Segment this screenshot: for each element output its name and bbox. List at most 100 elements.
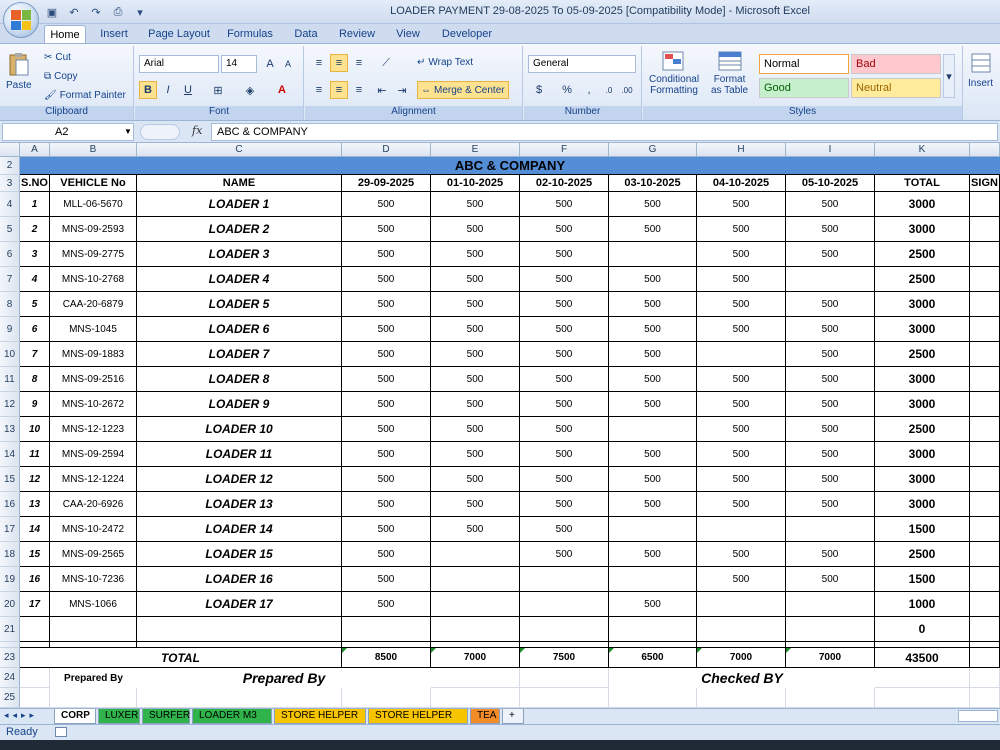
amount-cell[interactable] (697, 592, 786, 617)
amount-cell[interactable]: 500 (431, 417, 520, 442)
decrease-decimal-icon[interactable]: .00 (618, 81, 636, 99)
column-header[interactable]: D (342, 143, 431, 157)
vehicle-cell[interactable]: MNS-09-2565 (50, 542, 137, 567)
align-center-icon[interactable]: ≡ (330, 81, 348, 99)
name-cell[interactable]: LOADER 10 (137, 417, 342, 442)
row-header[interactable]: 19 (0, 567, 20, 592)
formula-input[interactable]: ABC & COMPANY (211, 123, 998, 141)
sign-cell[interactable] (970, 467, 1000, 492)
column-header[interactable]: C (137, 143, 342, 157)
amount-cell[interactable]: 500 (609, 592, 697, 617)
total-cell[interactable]: 3000 (875, 317, 970, 342)
amount-cell[interactable]: 500 (609, 367, 697, 392)
day-total-cell[interactable]: 7500 (520, 648, 609, 668)
row-header[interactable]: 16 (0, 492, 20, 517)
row-header[interactable]: 25 (0, 688, 20, 708)
row-header[interactable]: 11 (0, 367, 20, 392)
sign-cell[interactable] (970, 442, 1000, 467)
amount-cell[interactable]: 500 (342, 342, 431, 367)
italic-button[interactable]: I (159, 81, 177, 99)
row-header[interactable]: 21 (0, 617, 20, 642)
day-total-cell[interactable]: 7000 (431, 648, 520, 668)
vehicle-cell[interactable]: CAA-20-6926 (50, 492, 137, 517)
amount-cell[interactable]: 500 (520, 292, 609, 317)
amount-cell[interactable]: 500 (520, 517, 609, 542)
sign-cell[interactable] (970, 367, 1000, 392)
number-format-select[interactable]: General (528, 55, 636, 73)
total-cell[interactable]: 2500 (875, 542, 970, 567)
column-header[interactable]: K (875, 143, 970, 157)
name-cell[interactable] (137, 617, 342, 642)
total-cell[interactable]: 3000 (875, 292, 970, 317)
amount-cell[interactable]: 500 (520, 267, 609, 292)
row-header[interactable]: 17 (0, 517, 20, 542)
amount-cell[interactable] (697, 517, 786, 542)
amount-cell[interactable]: 500 (786, 367, 875, 392)
column-header[interactable]: E (431, 143, 520, 157)
column-header[interactable]: G (609, 143, 697, 157)
row-header[interactable]: 18 (0, 542, 20, 567)
amount-cell[interactable]: 500 (786, 292, 875, 317)
column-header[interactable]: A (20, 143, 50, 157)
vehicle-cell[interactable]: MNS-10-7236 (50, 567, 137, 592)
name-cell[interactable]: LOADER 7 (137, 342, 342, 367)
bold-button[interactable]: B (139, 81, 157, 99)
total-cell[interactable]: 3000 (875, 392, 970, 417)
vehicle-cell[interactable]: MNS-09-2516 (50, 367, 137, 392)
amount-cell[interactable]: 500 (786, 417, 875, 442)
row-header[interactable]: 6 (0, 242, 20, 267)
row-header[interactable]: 14 (0, 442, 20, 467)
amount-cell[interactable] (609, 417, 697, 442)
name-cell[interactable]: LOADER 6 (137, 317, 342, 342)
column-header[interactable]: H (697, 143, 786, 157)
paste-button[interactable]: Paste (6, 52, 32, 91)
day-total-cell[interactable]: 6500 (609, 648, 697, 668)
amount-cell[interactable]: 500 (342, 517, 431, 542)
amount-cell[interactable]: 500 (520, 392, 609, 417)
empty-cell[interactable] (520, 668, 609, 688)
empty-cell[interactable] (970, 668, 1000, 688)
sign-cell[interactable] (970, 317, 1000, 342)
shrink-font-icon[interactable]: A (279, 55, 297, 73)
sign-cell[interactable] (970, 342, 1000, 367)
tab-page-layout[interactable]: Page Layout (145, 25, 213, 44)
macro-record-icon[interactable] (54, 727, 67, 738)
row-header[interactable]: 15 (0, 467, 20, 492)
prepared-by-small[interactable]: Prepared By (50, 668, 137, 688)
serial-cell[interactable]: 10 (20, 417, 50, 442)
amount-cell[interactable]: 500 (697, 192, 786, 217)
empty-cell[interactable] (875, 668, 970, 688)
amount-cell[interactable]: 500 (431, 442, 520, 467)
amount-cell[interactable]: 500 (697, 242, 786, 267)
vehicle-cell[interactable]: MNS-09-1883 (50, 342, 137, 367)
column-heading-cell[interactable]: TOTAL (875, 175, 970, 192)
amount-cell[interactable]: 500 (697, 542, 786, 567)
amount-cell[interactable]: 500 (697, 442, 786, 467)
amount-cell[interactable]: 500 (342, 242, 431, 267)
tab-formulas[interactable]: Formulas (224, 25, 276, 44)
amount-cell[interactable]: 500 (697, 417, 786, 442)
name-box[interactable]: A2 (2, 123, 134, 141)
tab-insert[interactable]: Insert (95, 25, 133, 44)
empty-cell[interactable] (20, 668, 50, 688)
total-cell[interactable]: 2500 (875, 267, 970, 292)
amount-cell[interactable]: 500 (609, 267, 697, 292)
horizontal-scrollbar[interactable] (958, 710, 998, 722)
vehicle-cell[interactable]: MNS-09-2593 (50, 217, 137, 242)
empty-cell[interactable] (431, 688, 520, 708)
serial-cell[interactable]: 14 (20, 517, 50, 542)
amount-cell[interactable] (786, 267, 875, 292)
amount-cell[interactable]: 500 (786, 192, 875, 217)
amount-cell[interactable]: 500 (431, 242, 520, 267)
vehicle-cell[interactable]: MNS-09-2594 (50, 442, 137, 467)
vehicle-cell[interactable]: MNS-09-2775 (50, 242, 137, 267)
row-header[interactable]: 20 (0, 592, 20, 617)
font-size-select[interactable]: 14 (221, 55, 257, 73)
amount-cell[interactable]: 500 (520, 242, 609, 267)
total-cell[interactable]: 1500 (875, 567, 970, 592)
serial-cell[interactable]: 3 (20, 242, 50, 267)
row-header[interactable]: 9 (0, 317, 20, 342)
serial-cell[interactable]: 4 (20, 267, 50, 292)
vehicle-cell[interactable]: CAA-20-6879 (50, 292, 137, 317)
amount-cell[interactable]: 500 (609, 442, 697, 467)
